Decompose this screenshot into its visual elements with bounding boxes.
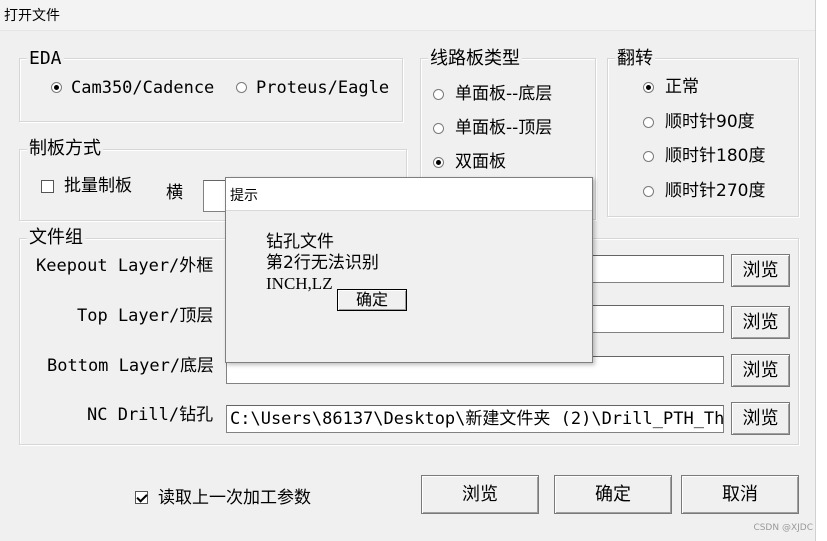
nc-drill-browse-button[interactable]: 浏览 (731, 402, 790, 435)
nc-drill-label: NC Drill/钻孔 (87, 405, 214, 425)
keepout-label: Keepout Layer/外框 (36, 256, 214, 276)
dialog-title: 提示 (230, 188, 258, 204)
flip-normal-label[interactable]: 正常 (665, 76, 699, 98)
board-single-bottom-label[interactable]: 单面板--底层 (455, 83, 552, 105)
eda-legend: EDA (27, 48, 64, 69)
board-double-radio[interactable] (433, 157, 444, 168)
batch-checkbox[interactable] (41, 180, 54, 193)
horizontal-label: 横 (166, 183, 183, 203)
dialog-title-bar: 提示 (226, 178, 592, 211)
flip-legend: 翻转 (615, 48, 655, 69)
watermark: CSDN @XJDC (753, 523, 813, 533)
window-title: 打开文件 (4, 8, 60, 24)
keepout-browse-button[interactable]: 浏览 (731, 254, 790, 287)
dialog-message-line2: 第2行无法识别 (266, 253, 379, 273)
reload-params-checkbox[interactable] (135, 491, 148, 504)
bottom-layer-label: Bottom Layer/底层 (47, 356, 215, 376)
batch-label[interactable]: 批量制板 (64, 175, 132, 197)
footer-ok-button[interactable]: 确定 (554, 475, 672, 514)
files-legend: 文件组 (27, 227, 85, 248)
eda-proteus-label[interactable]: Proteus/Eagle (256, 77, 389, 99)
board-single-top-radio[interactable] (433, 123, 444, 134)
bottom-layer-browse-button[interactable]: 浏览 (731, 354, 790, 387)
eda-cam350-radio[interactable] (51, 82, 62, 93)
method-legend: 制板方式 (27, 138, 103, 159)
flip-90-radio[interactable] (643, 117, 654, 128)
dialog-message-line3: INCH,LZ (266, 274, 333, 293)
board-type-legend: 线路板类型 (428, 48, 522, 69)
eda-proteus-radio[interactable] (236, 82, 247, 93)
top-layer-browse-button[interactable]: 浏览 (731, 306, 790, 339)
flip-90-label[interactable]: 顺时针90度 (665, 111, 755, 133)
prompt-dialog: 提示 钻孔文件 第2行无法识别 INCH,LZ 确定 (225, 177, 593, 363)
board-single-top-label[interactable]: 单面板--顶层 (455, 117, 552, 139)
flip-270-label[interactable]: 顺时针270度 (665, 180, 765, 202)
footer-browse-button[interactable]: 浏览 (421, 475, 539, 514)
flip-normal-radio[interactable] (643, 82, 654, 93)
flip-180-label[interactable]: 顺时针180度 (665, 145, 765, 167)
nc-drill-path-field[interactable]: C:\Users\86137\Desktop\新建文件夹 (2)\Drill_P… (226, 405, 724, 433)
window-title-bar: 打开文件 (0, 0, 815, 31)
flip-270-radio[interactable] (643, 186, 654, 197)
flip-180-radio[interactable] (643, 151, 654, 162)
footer-cancel-button[interactable]: 取消 (681, 475, 799, 514)
board-single-bottom-radio[interactable] (433, 89, 444, 100)
top-layer-label: Top Layer/顶层 (77, 306, 214, 326)
board-double-label[interactable]: 双面板 (455, 151, 506, 173)
window-right-edge (815, 0, 827, 541)
reload-params-label[interactable]: 读取上一次加工参数 (158, 487, 311, 509)
dialog-message-line1: 钻孔文件 (266, 232, 334, 252)
dialog-ok-button[interactable]: 确定 (337, 289, 407, 311)
eda-cam350-label[interactable]: Cam350/Cadence (71, 77, 214, 99)
